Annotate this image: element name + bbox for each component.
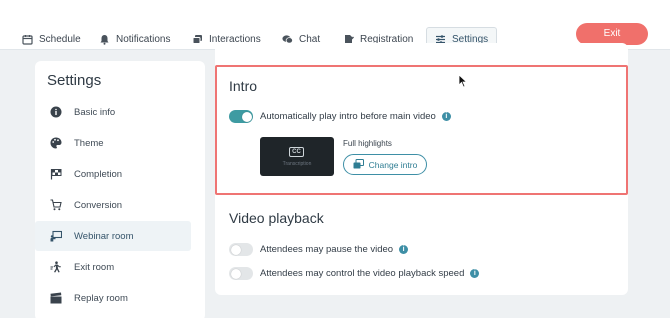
sidebar-item-replay-room[interactable]: Replay room — [35, 283, 191, 313]
sidebar-item-label: Replay room — [74, 292, 128, 304]
tab-notifications[interactable]: Notifications — [99, 28, 170, 50]
presentation-icon — [49, 229, 63, 243]
cart-icon — [49, 198, 63, 212]
mouse-cursor-icon — [458, 74, 468, 88]
change-intro-button[interactable]: Change intro — [343, 154, 427, 175]
sidebar-item-conversion[interactable]: Conversion — [35, 190, 191, 220]
clapperboard-icon — [49, 291, 63, 305]
info-icon[interactable]: i — [399, 245, 409, 254]
sidebar-item-label: Theme — [74, 137, 104, 149]
autoplay-intro-toggle[interactable] — [229, 110, 253, 123]
checkered-flag-icon — [49, 167, 63, 181]
sidebar-item-label: Completion — [74, 168, 123, 180]
bell-icon — [99, 34, 110, 45]
sidebar-item-basic-info[interactable]: Basic info — [35, 97, 191, 127]
tab-label: Notifications — [116, 33, 171, 45]
pause-video-toggle[interactable] — [229, 243, 253, 256]
video-playback-title: Video playback — [229, 210, 324, 226]
exit-person-icon — [49, 260, 63, 274]
playback-speed-label: Attendees may control the video playback… — [260, 268, 465, 279]
tab-schedule[interactable]: Schedule — [22, 28, 81, 50]
sidebar-item-exit-room[interactable]: Exit room — [35, 252, 191, 282]
palette-icon — [49, 136, 63, 150]
sidebar-item-theme[interactable]: Theme — [35, 128, 191, 158]
intro-video-name: Full highlights — [343, 139, 392, 148]
sidebar-item-label: Exit room — [74, 261, 115, 273]
interactions-icon — [192, 34, 203, 45]
pause-video-row: Attendees may pause the video i — [229, 243, 409, 256]
sidebar-item-label: Conversion — [74, 199, 123, 211]
settings-sidebar: Settings Basic info Theme Completion Con… — [35, 61, 205, 318]
playback-speed-toggle[interactable] — [229, 267, 253, 280]
sidebar-item-label: Basic info — [74, 106, 116, 118]
calendar-icon — [22, 34, 33, 45]
swap-media-icon — [353, 158, 364, 171]
info-icon[interactable]: i — [470, 269, 480, 278]
autoplay-intro-label: Automatically play intro before main vid… — [260, 111, 436, 122]
autoplay-intro-row: Automatically play intro before main vid… — [229, 110, 451, 123]
sidebar-title: Settings — [47, 72, 102, 89]
intro-video-thumbnail: CC Transcription — [260, 137, 334, 176]
change-intro-label: Change intro — [368, 159, 418, 170]
pause-video-label: Attendees may pause the video — [260, 244, 394, 255]
sidebar-item-webinar-room[interactable]: Webinar room — [35, 221, 191, 251]
thumbnail-caption: Transcription — [282, 161, 312, 167]
info-icon — [49, 105, 63, 119]
tab-label: Schedule — [39, 33, 81, 45]
playback-speed-row: Attendees may control the video playback… — [229, 267, 480, 280]
info-icon[interactable]: i — [441, 112, 451, 121]
sidebar-item-label: Webinar room — [74, 230, 134, 242]
exit-button[interactable]: Exit — [576, 23, 648, 45]
closed-captions-icon: CC — [289, 147, 304, 157]
intro-title: Intro — [229, 78, 258, 94]
sidebar-item-completion[interactable]: Completion — [35, 159, 191, 189]
